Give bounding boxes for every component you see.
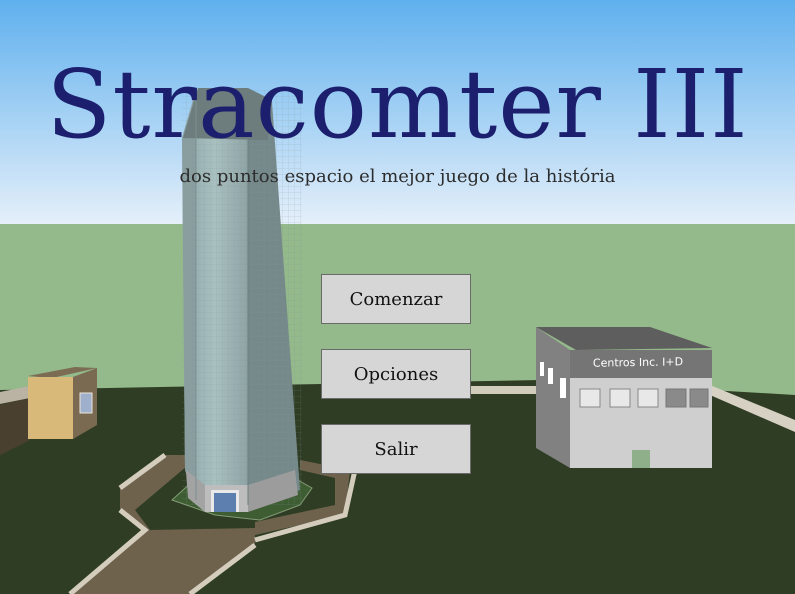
game-title: Stracomter III <box>46 50 749 160</box>
small-building-front <box>28 377 73 439</box>
lab-building-sign: Centros Inc. I+D <box>592 355 684 370</box>
lab-building-door <box>632 450 650 468</box>
back-wall <box>470 386 540 394</box>
options-button[interactable]: Opciones <box>321 349 471 399</box>
small-building-window <box>79 392 93 414</box>
exit-button[interactable]: Salir <box>321 424 471 474</box>
start-button[interactable]: Comenzar <box>321 274 471 324</box>
game-subtitle: dos puntos espacio el mejor juego de la … <box>179 166 616 187</box>
